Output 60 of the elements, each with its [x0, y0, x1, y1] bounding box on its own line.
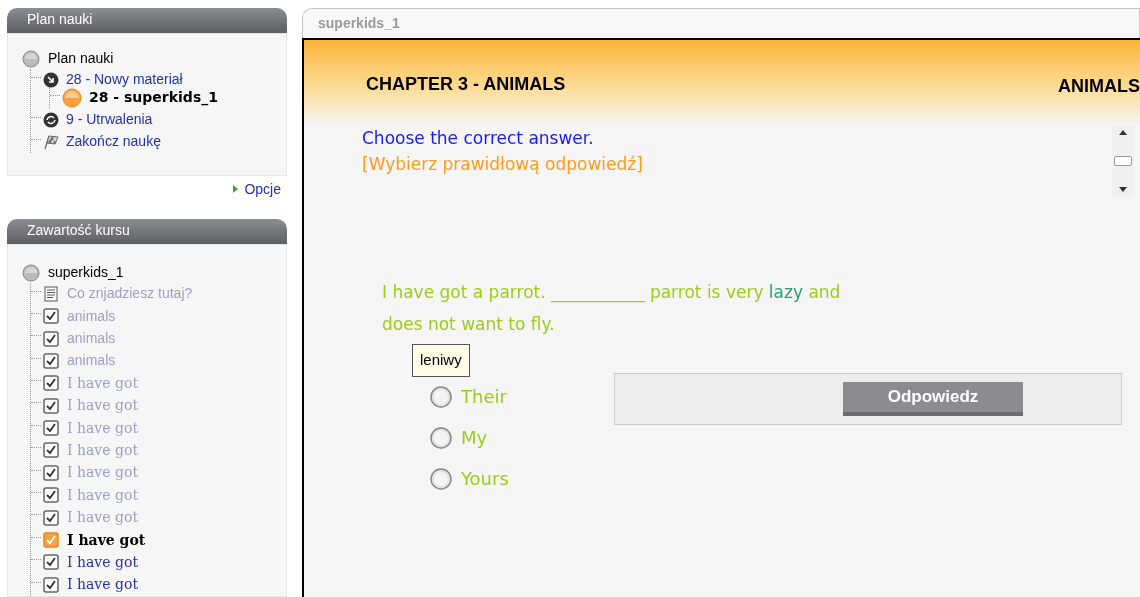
tree-item[interactable]: Co znjadziesz tutaj?	[67, 283, 193, 305]
checkbox-icon	[43, 509, 59, 526]
radio-button[interactable]	[430, 426, 452, 449]
checkbox-icon	[43, 330, 59, 347]
chapter-title: CHAPTER 3 - ANIMALS	[366, 72, 566, 96]
tree-item[interactable]: I have got	[67, 551, 138, 573]
question-sentence: I have got a parrot. ___________ parrot is very lazy and does not want to fly.	[382, 281, 842, 336]
tree-item[interactable]: animals	[67, 328, 116, 349]
option-label[interactable]: Yours	[461, 465, 509, 492]
tree-item[interactable]: animals	[67, 305, 116, 327]
checkbox-icon	[43, 375, 59, 392]
option-label[interactable]: My	[461, 424, 488, 451]
tree-item[interactable]: I have got	[67, 395, 138, 417]
tree-item[interactable]: I have got	[67, 372, 138, 394]
tree-item[interactable]: I have got	[67, 462, 138, 484]
tree-item[interactable]: 9 - Utrwalenia	[66, 109, 153, 131]
tree-root: Plan nauki	[48, 49, 114, 69]
checkbox-icon	[43, 352, 59, 369]
scroll-down-icon[interactable]	[1119, 187, 1127, 192]
instruction-text: Choose the correct answer.	[362, 127, 595, 150]
tab[interactable]: superkids_1	[318, 13, 400, 34]
tree-item[interactable]: animals	[67, 350, 116, 372]
panel-header: Plan nauki	[7, 8, 287, 33]
tree-item[interactable]: I have got	[67, 529, 146, 551]
radio-button[interactable]	[430, 467, 452, 490]
tree-item[interactable]: I have got	[67, 439, 138, 461]
arrow-circle-icon	[43, 71, 59, 88]
chapter-label: ANIMALS	[1058, 74, 1140, 98]
tree-item[interactable]: I have got	[67, 574, 138, 596]
radio-button[interactable]	[430, 385, 452, 408]
checkbox-icon	[43, 554, 59, 571]
tree-root: superkids_1	[48, 263, 124, 283]
checkbox-icon	[43, 576, 59, 593]
panel-header: Zawartość kursu	[7, 218, 287, 244]
instruction-translation: [Wybierz prawidłową odpowiedź]	[362, 153, 644, 176]
ball-icon	[62, 87, 82, 108]
checkbox-icon	[43, 442, 59, 459]
scroll-up-icon[interactable]	[1119, 130, 1127, 135]
tree-item[interactable]: I have got	[67, 484, 138, 506]
ball-icon	[22, 263, 40, 282]
scrollbar[interactable]	[1112, 126, 1134, 196]
scroll-thumb[interactable]	[1114, 156, 1132, 166]
checkered-flag-icon	[43, 133, 59, 150]
checkbox-icon	[43, 487, 59, 504]
ball-icon	[22, 49, 40, 68]
tree-item[interactable]: Zakończ naukę	[66, 131, 161, 153]
option-label[interactable]: Their	[461, 383, 507, 410]
tree-item[interactable]: I have got	[67, 507, 138, 529]
tree-item[interactable]: I have got	[67, 417, 138, 439]
options-link[interactable]: Opcje	[244, 178, 281, 200]
tooltip: leniwy	[412, 344, 470, 377]
checkbox-icon	[43, 532, 59, 548]
triangle-icon	[233, 185, 239, 194]
checkbox-icon	[43, 420, 59, 437]
checkbox-icon	[43, 397, 59, 414]
answer-button[interactable]: Odpowiedz	[843, 382, 1023, 416]
document-icon	[43, 285, 59, 302]
checkbox-icon	[43, 308, 59, 325]
checkbox-icon	[43, 464, 59, 481]
repeat-icon	[43, 111, 59, 128]
